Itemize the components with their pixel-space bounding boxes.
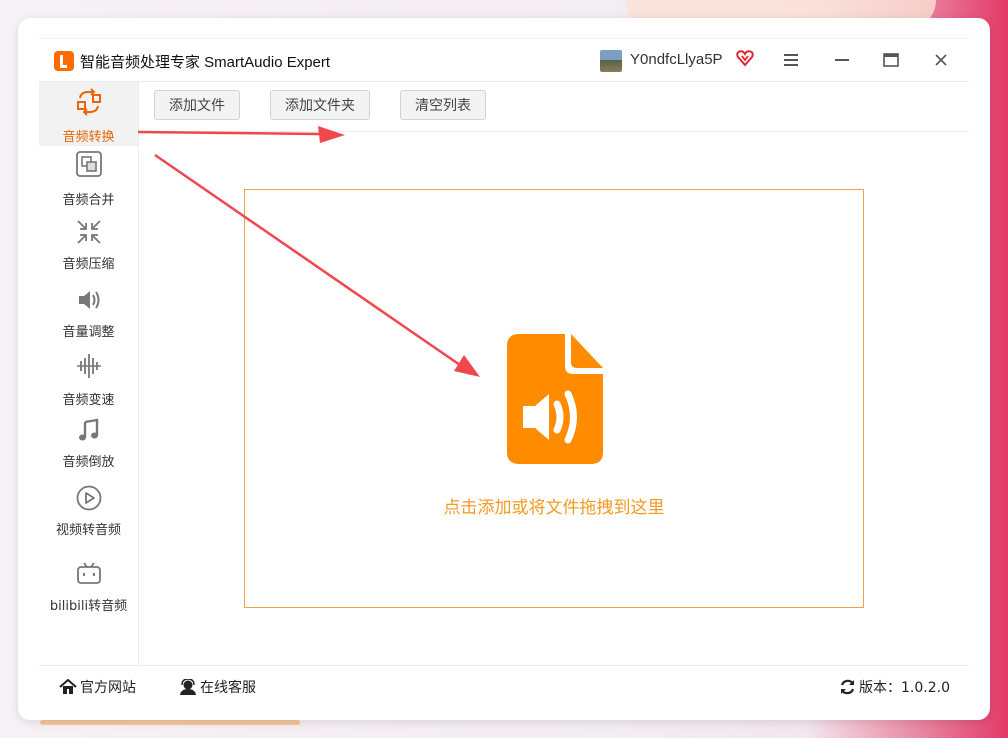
sidebar-item-audio-merge[interactable]: 音频合并 [39,146,138,210]
title-bar: 智能音频处理专家 SmartAudio Expert Y0ndfcLlya5P [39,39,969,82]
compress-icon [77,220,101,244]
version-label: 版本：1.0.2.0 [859,680,950,696]
sidebar-item-label: 音频变速 [62,393,115,408]
sidebar-item-audio-speed[interactable]: 音频变速 [39,350,138,414]
sidebar-item-audio-reverse[interactable]: 音频倒放 [39,418,138,482]
minimize-icon [835,59,849,61]
username[interactable]: Y0ndfcLlya5P [630,51,723,68]
app-frame: 智能音频处理专家 SmartAudio Expert Y0ndfcLlya5P [39,38,969,696]
sidebar-item-video-to-audio[interactable]: 视频转音频 [39,485,138,550]
footer: 官方网站 在线客服 版本：1.0.2.0 [39,665,969,706]
toolbar: 添加文件 添加文件夹 清空列表 [139,82,969,132]
avatar[interactable] [600,50,622,72]
play-circle-icon [76,485,102,511]
sidebar-item-label: 音频合并 [62,193,115,208]
official-website-link[interactable]: 官方网站 [59,677,136,697]
sidebar-item-bilibili-to-audio[interactable]: bilibili转音频 [39,554,138,618]
drop-zone-hint: 点击添加或将文件拖拽到这里 [443,498,665,518]
home-icon [59,679,77,694]
maximize-button[interactable] [879,49,903,71]
sidebar-item-label: 音频倒放 [62,455,115,470]
speed-icon [77,354,101,378]
add-folder-button[interactable]: 添加文件夹 [270,90,370,120]
close-icon [935,54,947,66]
refresh-icon [840,679,855,695]
bilibili-icon [77,562,101,584]
background-decoration-line [40,720,300,725]
version-info: 版本：1.0.2.0 [839,677,950,697]
convert-icon [77,88,101,116]
minimize-button[interactable] [830,49,854,71]
sidebar-item-label: 音频压缩 [62,257,115,272]
sidebar-item-label: 音量调整 [62,325,115,340]
app-window: 智能音频处理专家 SmartAudio Expert Y0ndfcLlya5P [18,18,990,720]
maximize-icon [883,53,899,67]
sidebar-item-audio-convert[interactable]: 音频转换 [39,82,138,146]
sidebar-item-label: 音频转换 [62,130,115,145]
sidebar: 音频转换 音频合并 音频压缩 音量调整 音频变速 音频倒放 视频转音频 bili… [39,82,139,665]
close-button[interactable] [929,49,953,71]
online-support-label: 在线客服 [200,680,256,696]
merge-icon [76,151,102,177]
app-title: 智能音频处理专家 SmartAudio Expert [80,54,331,71]
add-file-button[interactable]: 添加文件 [154,90,240,120]
sidebar-item-volume-adjust[interactable]: 音量调整 [39,282,138,346]
sidebar-item-label: 视频转音频 [55,523,121,538]
online-support-link[interactable]: 在线客服 [179,677,256,697]
vip-heart-icon[interactable] [736,49,754,67]
official-website-label: 官方网站 [80,680,136,696]
sidebar-item-label: bilibili转音频 [49,599,128,614]
menu-button[interactable] [779,49,803,71]
volume-icon [79,291,100,309]
menu-icon [784,54,798,66]
music-note-icon [79,418,99,441]
support-agent-icon [180,679,196,695]
app-logo-icon [54,51,74,71]
file-drop-zone[interactable]: 点击添加或将文件拖拽到这里 [244,189,864,608]
audio-file-icon [507,334,603,464]
clear-list-button[interactable]: 清空列表 [400,90,486,120]
sidebar-item-audio-compress[interactable]: 音频压缩 [39,214,138,278]
